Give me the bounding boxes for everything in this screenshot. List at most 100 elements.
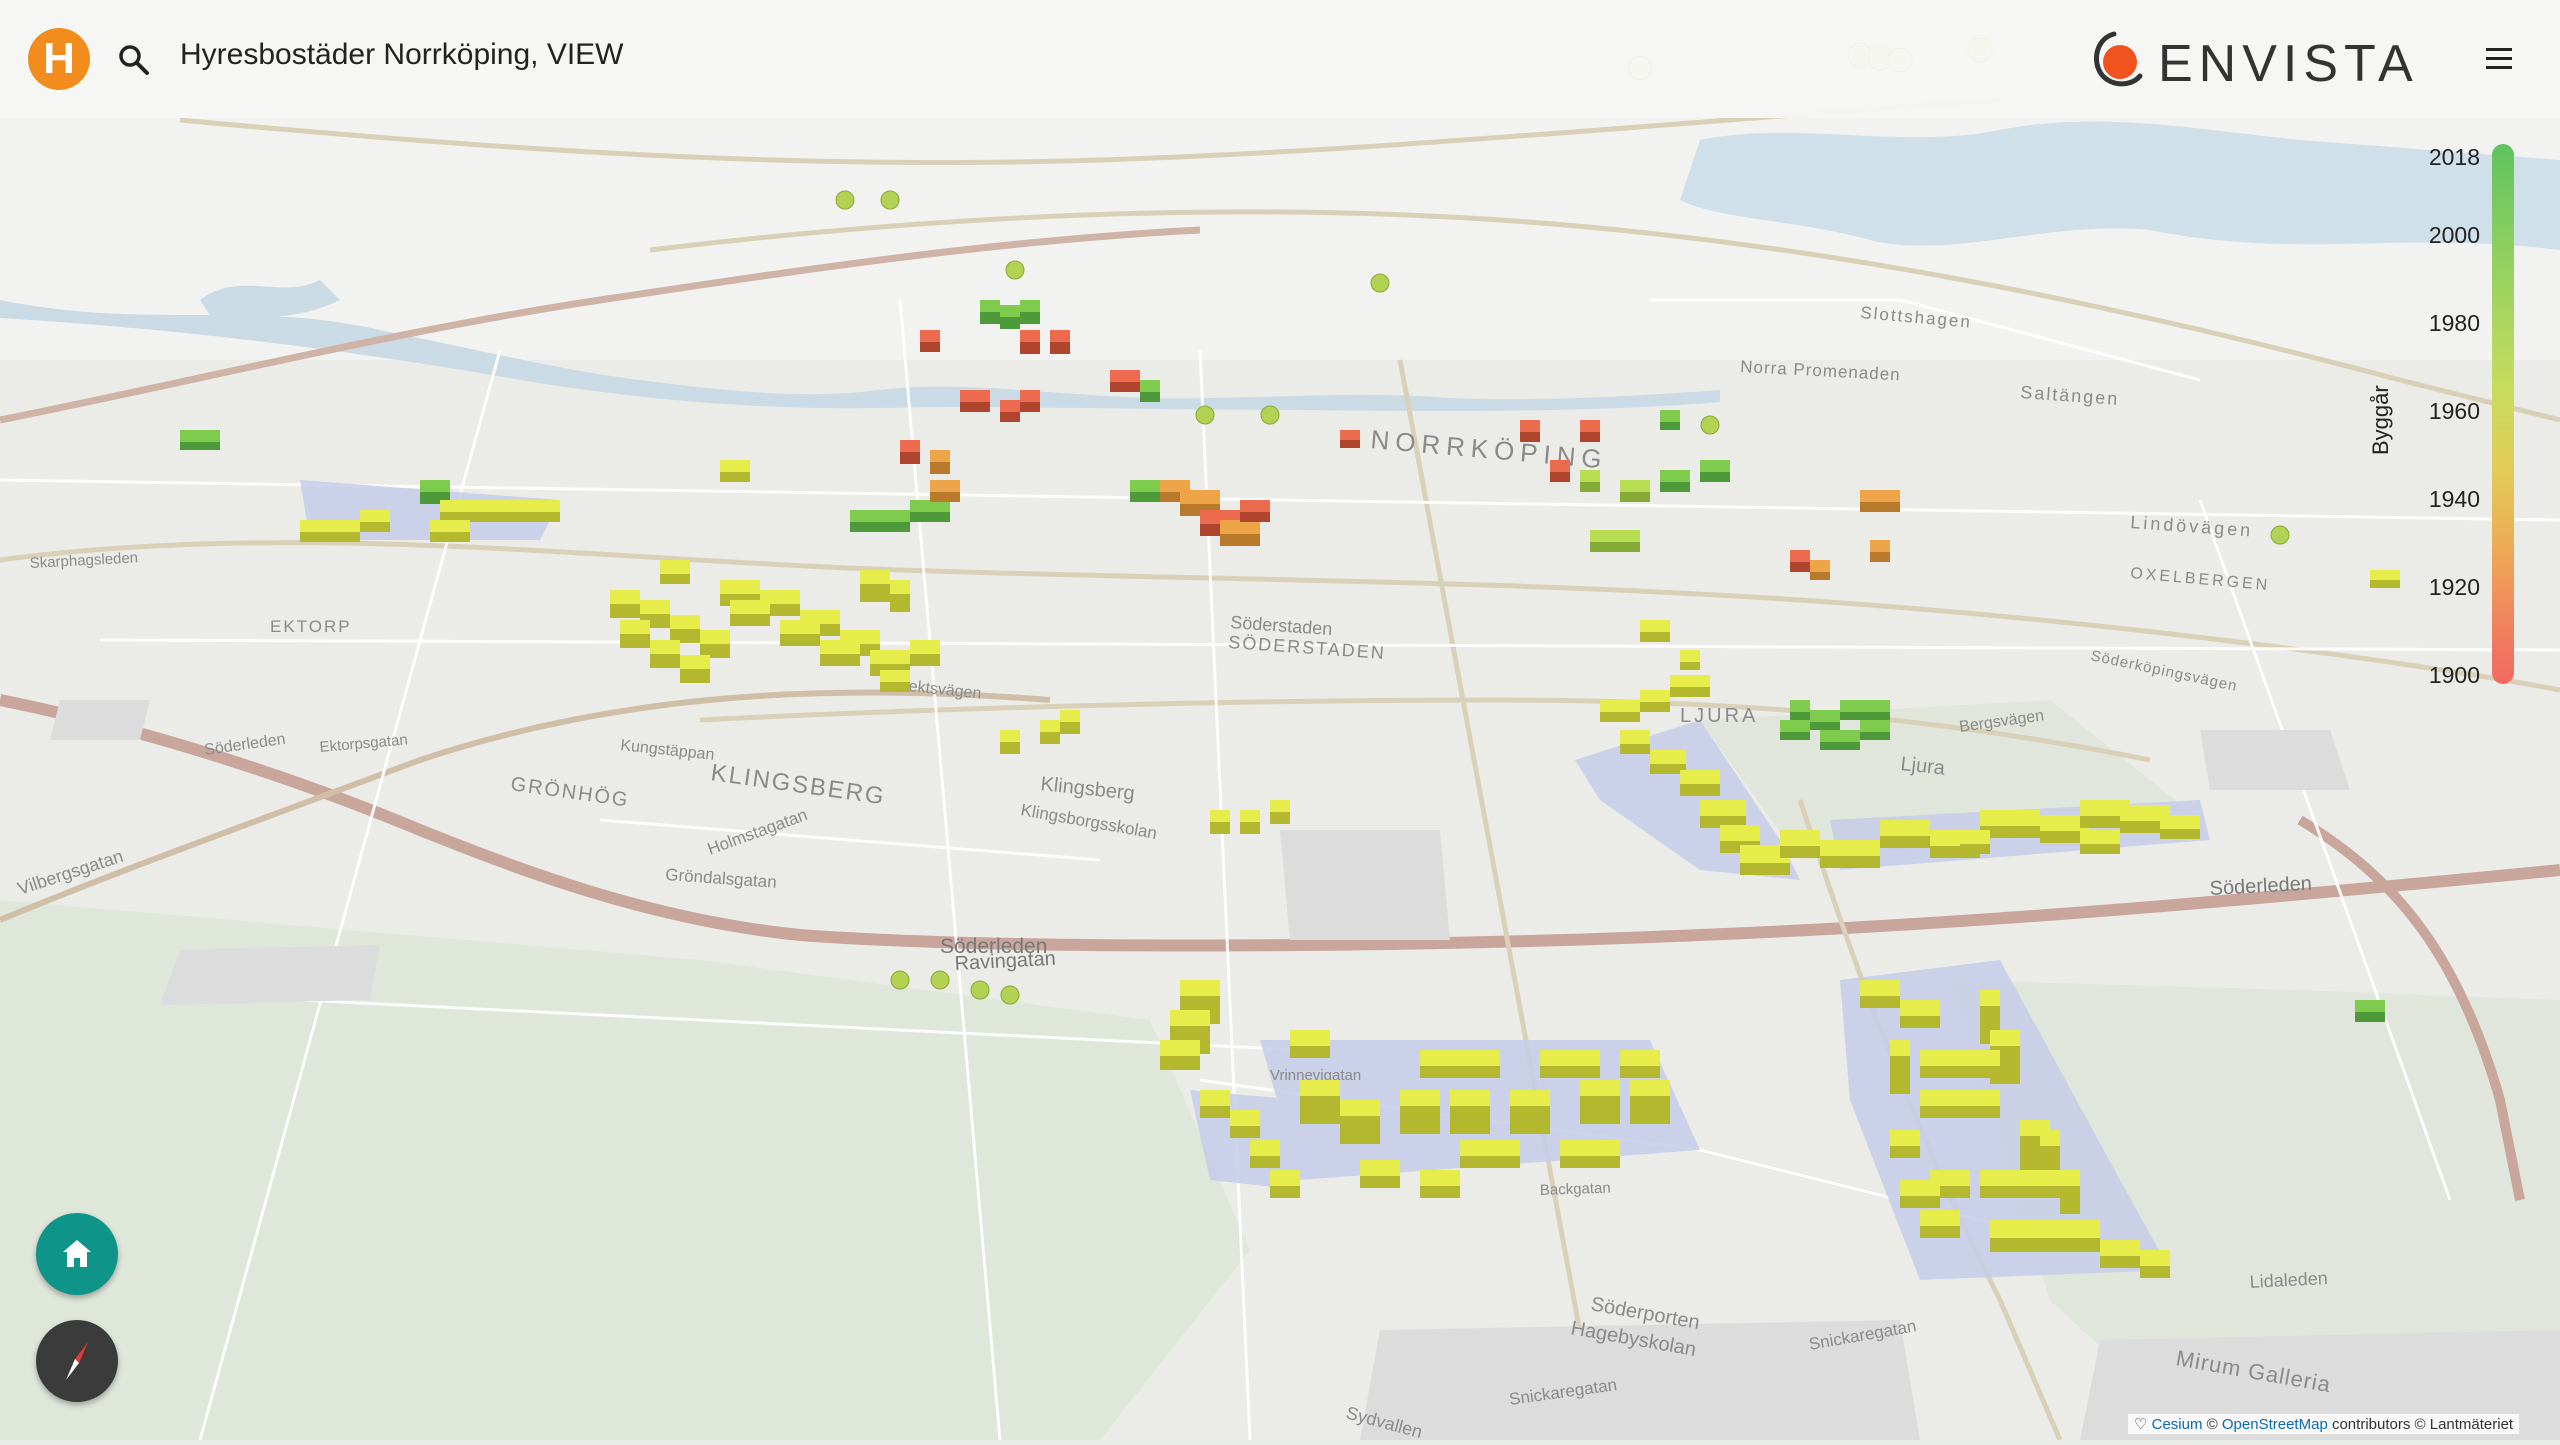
building[interactable] xyxy=(1050,330,1070,342)
building[interactable] xyxy=(780,620,820,634)
building[interactable] xyxy=(1110,370,1140,382)
building[interactable] xyxy=(880,670,910,682)
building[interactable] xyxy=(1880,820,1930,836)
building[interactable] xyxy=(1700,460,1730,472)
building[interactable] xyxy=(1590,530,1640,542)
building[interactable] xyxy=(1990,1220,2100,1238)
building[interactable] xyxy=(1510,1090,1550,1106)
building[interactable] xyxy=(1990,1030,2020,1046)
building[interactable] xyxy=(1290,1030,1330,1046)
building[interactable] xyxy=(1820,840,1880,856)
building[interactable] xyxy=(1890,1130,1920,1146)
building[interactable] xyxy=(1640,690,1670,702)
building[interactable] xyxy=(820,640,860,654)
building[interactable] xyxy=(1860,980,1900,996)
building[interactable] xyxy=(1700,800,1746,816)
building[interactable] xyxy=(1270,800,1290,812)
building[interactable] xyxy=(1140,380,1160,392)
building[interactable] xyxy=(1960,830,1990,844)
building[interactable] xyxy=(1400,1090,1440,1106)
building[interactable] xyxy=(1580,420,1600,432)
building[interactable] xyxy=(300,520,360,532)
building[interactable] xyxy=(1230,1110,1260,1126)
building[interactable] xyxy=(980,300,1000,312)
building[interactable] xyxy=(1360,1160,1400,1176)
building[interactable] xyxy=(1180,980,1220,996)
building[interactable] xyxy=(1790,700,1810,712)
building[interactable] xyxy=(1580,1080,1620,1096)
building[interactable] xyxy=(1920,1090,2000,1106)
building[interactable] xyxy=(870,650,910,664)
building[interactable] xyxy=(2100,1240,2140,1256)
openstreetmap-link[interactable]: OpenStreetMap xyxy=(2222,1416,2328,1433)
search-icon[interactable] xyxy=(114,40,154,80)
building[interactable] xyxy=(1660,470,1690,482)
building[interactable] xyxy=(1020,300,1040,312)
building[interactable] xyxy=(1790,550,1810,562)
building[interactable] xyxy=(1020,330,1040,342)
building[interactable] xyxy=(1420,1050,1500,1066)
cesium-link[interactable]: Cesium xyxy=(2152,1416,2203,1433)
building[interactable] xyxy=(2080,830,2120,844)
building[interactable] xyxy=(920,330,940,342)
building[interactable] xyxy=(1670,675,1710,687)
building[interactable] xyxy=(2355,1000,2385,1012)
building[interactable] xyxy=(360,510,390,522)
building[interactable] xyxy=(1460,1140,1520,1156)
building[interactable] xyxy=(440,500,500,512)
building[interactable] xyxy=(420,480,450,492)
building[interactable] xyxy=(860,570,890,584)
map-canvas[interactable]: NORRKÖPING Söderstaden SÖDERSTADEN KLING… xyxy=(0,0,2560,1442)
building[interactable] xyxy=(1720,825,1760,841)
building[interactable] xyxy=(1060,710,1080,722)
app-logo[interactable]: H xyxy=(28,28,90,90)
building[interactable] xyxy=(1220,520,1260,534)
compass-button[interactable] xyxy=(36,1320,118,1402)
building[interactable] xyxy=(1780,830,1820,846)
building[interactable] xyxy=(720,580,760,594)
building[interactable] xyxy=(910,640,940,654)
building[interactable] xyxy=(1650,750,1686,764)
building[interactable] xyxy=(1550,460,1570,472)
building[interactable] xyxy=(1640,620,1670,632)
building[interactable] xyxy=(1600,700,1640,712)
building[interactable] xyxy=(1900,1180,1940,1196)
building[interactable] xyxy=(430,520,470,532)
building[interactable] xyxy=(1340,430,1360,440)
building[interactable] xyxy=(1560,1140,1620,1156)
building[interactable] xyxy=(1780,720,1810,732)
building[interactable] xyxy=(1340,1100,1380,1116)
building[interactable] xyxy=(930,480,960,492)
building[interactable] xyxy=(1980,990,2000,1006)
building[interactable] xyxy=(930,450,950,462)
building[interactable] xyxy=(1810,560,1830,572)
building[interactable] xyxy=(850,510,910,522)
building[interactable] xyxy=(1540,1050,1600,1066)
building[interactable] xyxy=(640,600,670,614)
map-viewport[interactable]: NORRKÖPING Söderstaden SÖDERSTADEN KLING… xyxy=(0,0,2560,1442)
building[interactable] xyxy=(1420,1170,1460,1186)
building[interactable] xyxy=(1270,1170,1300,1186)
building[interactable] xyxy=(650,640,680,654)
building[interactable] xyxy=(890,580,910,594)
building[interactable] xyxy=(1810,710,1840,722)
building[interactable] xyxy=(180,430,220,442)
building[interactable] xyxy=(620,620,650,634)
building[interactable] xyxy=(1920,1050,2000,1066)
building[interactable] xyxy=(1240,810,1260,822)
building[interactable] xyxy=(2160,815,2200,829)
home-button[interactable] xyxy=(36,1213,118,1295)
building[interactable] xyxy=(960,390,990,402)
building[interactable] xyxy=(1900,1000,1940,1016)
building[interactable] xyxy=(1040,720,1060,732)
building[interactable] xyxy=(1630,1080,1670,1096)
building[interactable] xyxy=(660,560,690,574)
building[interactable] xyxy=(1820,730,1860,742)
building[interactable] xyxy=(1890,1040,1910,1056)
building[interactable] xyxy=(2140,1250,2170,1266)
building[interactable] xyxy=(1920,1210,1960,1226)
building[interactable] xyxy=(1000,305,1020,317)
building[interactable] xyxy=(1860,720,1890,732)
building[interactable] xyxy=(1870,540,1890,552)
building[interactable] xyxy=(1300,1080,1340,1096)
